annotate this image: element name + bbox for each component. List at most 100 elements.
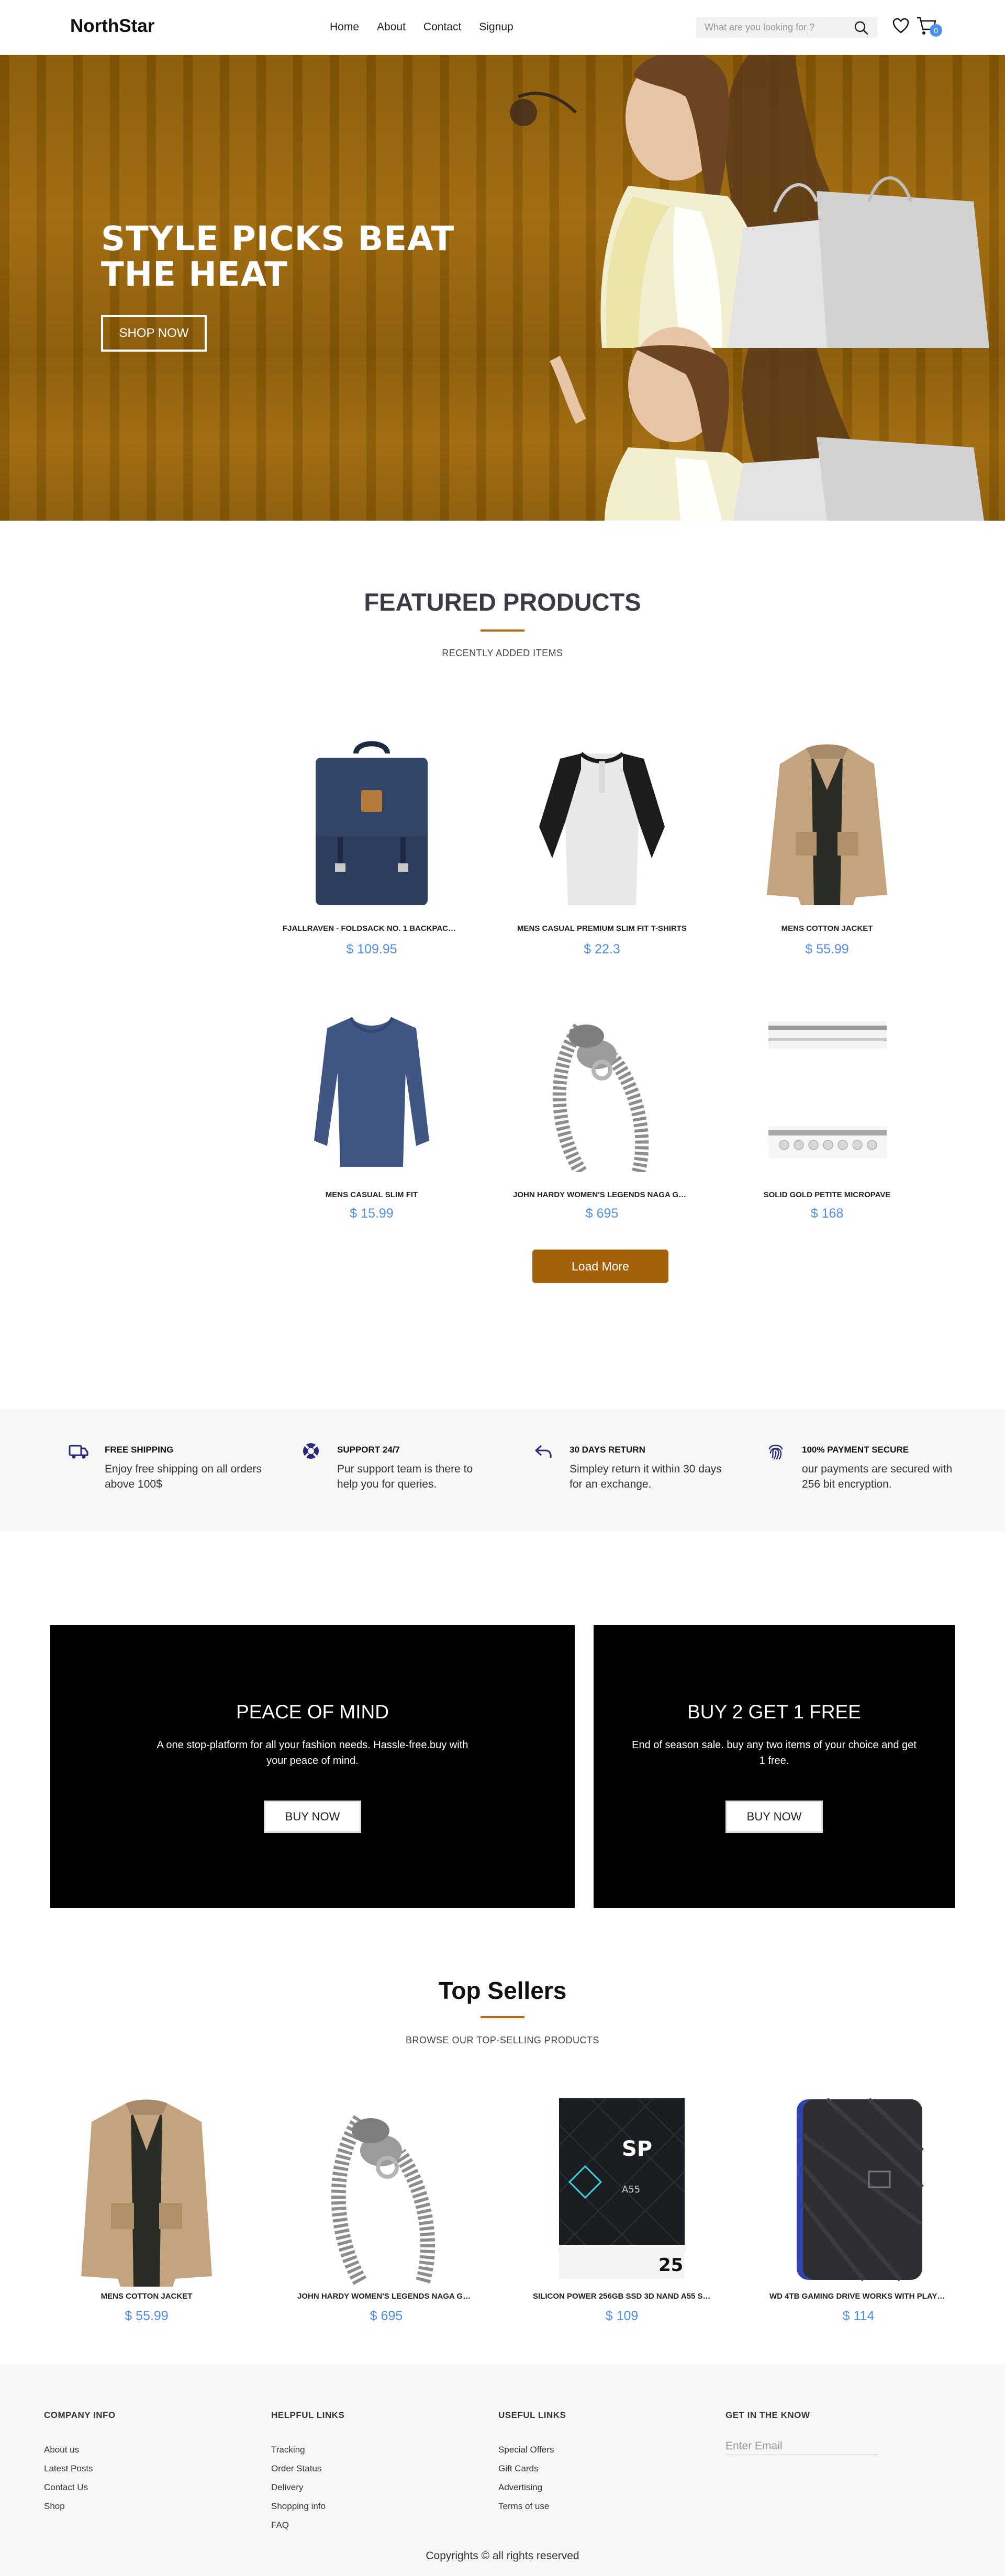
product-name[interactable]: SOLID GOLD PETITE MICROPAVE: [733, 1190, 921, 1199]
nav-signup-link[interactable]: Signup: [479, 21, 513, 33]
features-strip: FREE SHIPPING Enjoy free shipping on all…: [0, 1409, 1005, 1531]
nav-links: Home About Contact Signup: [330, 21, 513, 33]
footer-heading: GET IN THE KNOW: [725, 2410, 810, 2420]
buy-now-button[interactable]: BUY NOW: [264, 1801, 361, 1833]
footer-link[interactable]: FAQ: [271, 2516, 344, 2535]
footer: COMPANY INFO About us Latest Posts Conta…: [0, 2364, 1005, 2576]
feature-desc: Pur support team is there to help you fo…: [337, 1463, 473, 1490]
footer-link[interactable]: Order Status: [271, 2459, 344, 2478]
product-card[interactable]: FJALLRAVEN - FOLDSACK NO. 1 BACKPACK, FI…: [277, 738, 466, 968]
search-input[interactable]: [705, 17, 846, 38]
promo-peace-of-mind: PEACE OF MIND A one stop-platform for al…: [50, 1625, 575, 1908]
tshirt-image: [539, 751, 665, 905]
feature-desc: Simpley return it within 30 days for an …: [570, 1463, 722, 1490]
product-card[interactable]: JOHN HARDY WOMEN'S LEGENDS NAGA GOLD & S…: [508, 1005, 696, 1235]
brand-logo[interactable]: NorthStar: [70, 16, 154, 37]
product-price: $ 109: [605, 2309, 639, 2323]
footer-company-column: COMPANY INFO About us Latest Posts Conta…: [44, 2410, 116, 2516]
ring-image: [768, 1021, 887, 1158]
product-name[interactable]: MENS COTTON JACKET: [733, 924, 921, 933]
nav-about-link[interactable]: About: [377, 21, 406, 33]
product-card[interactable]: SP A55 25 SILICON POWER 256GB SSD 3D NAN…: [528, 2093, 716, 2334]
product-card[interactable]: WD 4TB GAMING DRIVE WORKS WITH PLAYSTATI…: [764, 2093, 953, 2334]
product-card[interactable]: MENS COTTON JACKET $ 55.99: [733, 738, 921, 968]
svg-text:A55: A55: [622, 2184, 640, 2195]
product-name[interactable]: SILICON POWER 256GB SSD 3D NAND A55 SLC …: [528, 2292, 716, 2301]
footer-link[interactable]: Tracking: [271, 2440, 344, 2459]
feature-title: FREE SHIPPING: [105, 1445, 174, 1455]
load-more-button[interactable]: Load More: [532, 1250, 668, 1283]
footer-link[interactable]: Latest Posts: [44, 2459, 116, 2478]
top-sellers-underline: [481, 2016, 524, 2018]
truck-icon: [69, 1445, 88, 1459]
hero-title: STYLE PICKS BEAT THE HEAT: [101, 220, 455, 294]
bracelet-image: [552, 1021, 649, 1172]
promo-buy-2-get-1: BUY 2 GET 1 FREE End of season sale. buy…: [594, 1625, 955, 1908]
ssd-image: SP A55 25: [559, 2098, 685, 2279]
feature-desc: Enjoy free shipping on all orders above …: [105, 1463, 262, 1490]
product-price: $ 15.99: [350, 1206, 394, 1221]
cart-count-badge: 0: [930, 24, 942, 37]
nav-contact-link[interactable]: Contact: [423, 21, 461, 33]
jacket-image: [767, 744, 887, 905]
svg-text:25: 25: [658, 2255, 683, 2276]
product-name[interactable]: JOHN HARDY WOMEN'S LEGENDS NAGA GOLD & S…: [508, 1190, 696, 1199]
promo-desc: A one stop-platform for all your fashion…: [157, 1739, 468, 1767]
footer-heading: HELPFUL LINKS: [271, 2410, 345, 2420]
product-name[interactable]: JOHN HARDY WOMEN'S LEGENDS NAGA GOLD & S…: [292, 2292, 481, 2301]
product-card[interactable]: MENS CASUAL SLIM FIT $ 15.99: [277, 1005, 466, 1235]
product-name[interactable]: FJALLRAVEN - FOLDSACK NO. 1 BACKPACK, FI…: [277, 924, 466, 933]
nav-home-link[interactable]: Home: [330, 21, 359, 33]
footer-link[interactable]: Contact Us: [44, 2478, 116, 2497]
footer-link[interactable]: Gift Cards: [498, 2459, 566, 2478]
footer-link[interactable]: Shop: [44, 2497, 116, 2516]
product-name[interactable]: MENS COTTON JACKET: [52, 2292, 241, 2301]
feature-desc: our payments are secured with 256 bit en…: [802, 1463, 953, 1490]
product-price: $ 695: [370, 2309, 403, 2323]
feature-title: SUPPORT 24/7: [337, 1445, 400, 1455]
footer-link[interactable]: Shopping info: [271, 2497, 344, 2516]
footer-link[interactable]: About us: [44, 2440, 116, 2459]
promo-desc: End of season sale. buy any two items of…: [632, 1739, 917, 1767]
product-price: $ 168: [810, 1206, 844, 1221]
product-card[interactable]: MENS CASUAL PREMIUM SLIM FIT T-SHIRTS $ …: [508, 738, 696, 968]
fingerprint-icon: [768, 1445, 783, 1460]
footer-link[interactable]: Special Offers: [498, 2440, 566, 2459]
copyright-text: Copyrights © all rights reserved: [426, 2550, 579, 2562]
bracelet-image: [331, 2115, 436, 2285]
footer-useful-column: USEFUL LINKS Special Offers Gift Cards A…: [498, 2410, 566, 2516]
search-icon[interactable]: [853, 20, 869, 36]
promo-title: BUY 2 GET 1 FREE: [687, 1701, 861, 1723]
hard-drive-image: [797, 2098, 924, 2281]
product-card[interactable]: MENS COTTON JACKET $ 55.99: [52, 2093, 241, 2334]
product-card[interactable]: SOLID GOLD PETITE MICROPAVE $ 168: [733, 1005, 921, 1235]
feature-title: 30 DAYS RETURN: [570, 1445, 645, 1455]
top-sellers-title: Top Sellers: [438, 1977, 567, 2004]
footer-newsletter-column: GET IN THE KNOW: [725, 2410, 893, 2455]
featured-title: FEATURED PRODUCTS: [364, 588, 641, 616]
backpack-image: [316, 741, 428, 905]
shop-now-button[interactable]: SHOP NOW: [101, 315, 207, 352]
navbar: NorthStar Home About Contact Signup 0: [0, 0, 1005, 55]
newsletter-email-field[interactable]: [725, 2437, 877, 2455]
product-price: $ 114: [842, 2309, 875, 2323]
product-price: $ 695: [585, 1206, 619, 1221]
return-arrow-icon: [535, 1445, 552, 1458]
product-price: $ 55.99: [805, 942, 849, 957]
svg-text:SP: SP: [622, 2137, 652, 2161]
product-price: $ 109.95: [346, 942, 397, 957]
footer-heading: USEFUL LINKS: [498, 2410, 566, 2420]
product-name[interactable]: MENS CASUAL SLIM FIT: [277, 1190, 466, 1199]
top-sellers-subtitle: BROWSE OUR TOP-SELLING PRODUCTS: [406, 2035, 599, 2045]
featured-subtitle: RECENTLY ADDED ITEMS: [442, 648, 563, 658]
buy-now-button[interactable]: BUY NOW: [725, 1801, 823, 1833]
footer-link[interactable]: Delivery: [271, 2478, 344, 2497]
product-name[interactable]: WD 4TB GAMING DRIVE WORKS WITH PLAYSTATI…: [764, 2292, 953, 2301]
heart-icon[interactable]: [892, 17, 910, 35]
footer-link[interactable]: Advertising: [498, 2478, 566, 2497]
hero-model-image: [510, 55, 989, 521]
product-card[interactable]: JOHN HARDY WOMEN'S LEGENDS NAGA GOLD & S…: [292, 2093, 481, 2334]
footer-link[interactable]: Terms of use: [498, 2497, 566, 2516]
hero-banner: STYLE PICKS BEAT THE HEAT SHOP NOW: [0, 55, 1005, 521]
product-name[interactable]: MENS CASUAL PREMIUM SLIM FIT T-SHIRTS: [508, 924, 696, 933]
